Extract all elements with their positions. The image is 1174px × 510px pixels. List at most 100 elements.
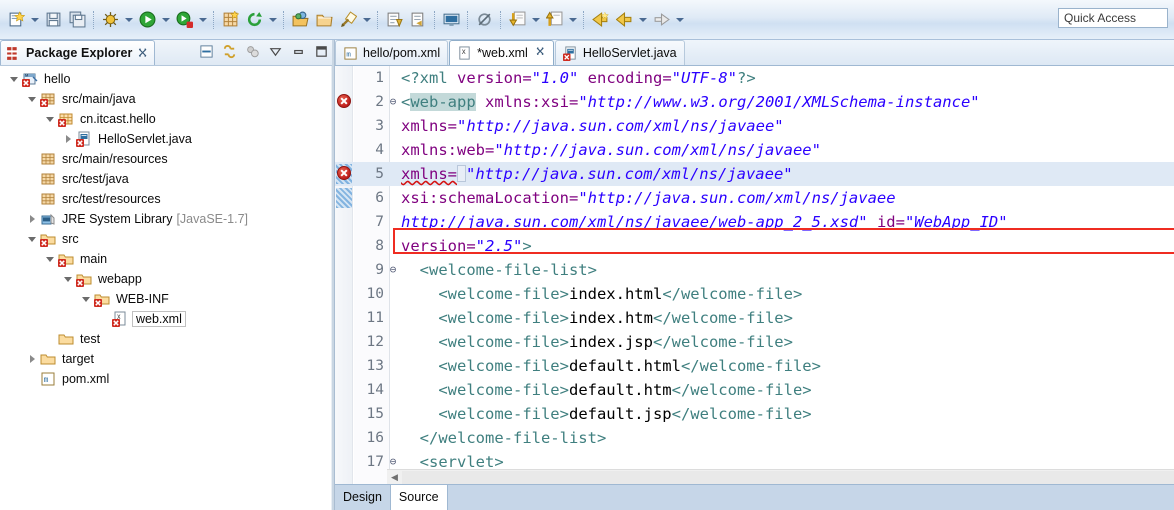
collapse-all-icon[interactable] [198, 43, 215, 60]
next-annotation-icon[interactable] [382, 7, 406, 33]
previous-edit-dropdown-arrow-icon[interactable] [636, 7, 649, 33]
error-marker-icon[interactable] [337, 166, 351, 180]
console-icon[interactable] [439, 7, 463, 33]
run-external-tools-dropdown-arrow-icon[interactable] [196, 7, 209, 33]
debug-dropdown-arrow-icon[interactable] [122, 7, 135, 33]
new-java-package-icon[interactable] [218, 7, 242, 33]
code-line-6[interactable]: 6 xsi:schemaLocation="http://java.sun.com… [335, 186, 1174, 210]
search-dropdown-arrow-icon[interactable] [360, 7, 373, 33]
editor-horizontal-scrollbar[interactable]: ◀ [387, 469, 1174, 484]
tree-item-label: pom.xml [62, 372, 110, 386]
collapse-arrow-icon[interactable] [42, 249, 58, 269]
code-line-10[interactable]: 10 <welcome-file>index.html</welcome-fil… [335, 282, 1174, 306]
link-with-editor-icon[interactable] [221, 43, 238, 60]
forward-history-icon[interactable] [649, 7, 673, 33]
collapse-arrow-icon[interactable] [60, 269, 76, 289]
code-line-14[interactable]: 14 <welcome-file>default.htm</welcome-fi… [335, 378, 1174, 402]
collapse-arrow-icon[interactable] [78, 289, 94, 309]
source-editor[interactable]: 1 <?xml version="1.0" encoding="UTF-8"?> 2… [335, 66, 1174, 484]
tree-item-target[interactable]: target [0, 349, 334, 369]
editor-tab-web-xml[interactable]: X *web.xml [449, 40, 554, 65]
collapse-arrow-icon[interactable] [24, 89, 40, 109]
collapse-arrow-icon[interactable] [42, 109, 58, 129]
tree-item-helloservlet-java[interactable]: HelloServlet.java [0, 129, 334, 149]
code-line-3[interactable]: 3 xmlns="http://java.sun.com/xml/ns/javae… [335, 114, 1174, 138]
run-external-tools-icon[interactable] [172, 7, 196, 33]
scroll-thumb[interactable] [402, 470, 1174, 484]
code-line-1[interactable]: 1 <?xml version="1.0" encoding="UTF-8"?> [335, 66, 1174, 90]
code-line-4[interactable]: 4 xmlns:web="http://java.sun.com/xml/ns/j… [335, 138, 1174, 162]
code-token: </welcome-file> [671, 405, 812, 423]
tree-item-src-main-java[interactable]: src/main/java [0, 89, 334, 109]
debug-icon[interactable] [98, 7, 122, 33]
search-icon[interactable] [336, 7, 360, 33]
new-wizard-icon[interactable] [4, 7, 28, 33]
code-line-11[interactable]: 11 <welcome-file>index.htm</welcome-file… [335, 306, 1174, 330]
open-task-icon[interactable] [312, 7, 336, 33]
forward-history-dropdown-arrow-icon[interactable] [673, 7, 686, 33]
tree-item-main[interactable]: main [0, 249, 334, 269]
step-return-icon[interactable] [542, 7, 566, 33]
code-line-12[interactable]: 12 <welcome-file>index.jsp</welcome-file… [335, 330, 1174, 354]
fold-toggle-icon[interactable]: ⊖ [387, 258, 399, 282]
code-line-16[interactable]: 16 </welcome-file-list> [335, 426, 1174, 450]
previous-edit-icon[interactable] [612, 7, 636, 33]
code-line-7[interactable]: 7 http://java.sun.com/xml/ns/javaee/web-a… [335, 210, 1174, 234]
bottom-tab-source[interactable]: Source [389, 485, 448, 510]
tree-item-jre-system-library[interactable]: JRE System Library [JavaSE-1.7] [0, 209, 334, 229]
new-wizard-dropdown-arrow-icon[interactable] [28, 7, 41, 33]
collapse-arrow-icon[interactable] [24, 229, 40, 249]
tree-item-src-test-resources[interactable]: src/test/resources [0, 189, 334, 209]
close-icon[interactable] [535, 46, 546, 60]
close-icon[interactable] [137, 47, 149, 59]
collapse-arrow-icon[interactable] [6, 69, 22, 89]
run-dropdown-arrow-icon[interactable] [159, 7, 172, 33]
quick-access-field[interactable]: Quick Access [1058, 8, 1168, 28]
tree-item-web-xml[interactable]: Xweb.xml [0, 309, 334, 329]
code-line-8[interactable]: 8 version="2.5"> [335, 234, 1174, 258]
code-line-13[interactable]: 13 <welcome-file>default.html</welcome-f… [335, 354, 1174, 378]
tab-package-explorer[interactable]: Package Explorer [0, 40, 155, 65]
code-line-5[interactable]: 5 xmlns= "http://java.sun.com/xml/ns/javae… [335, 162, 1174, 186]
skip-breakpoints-icon[interactable] [472, 7, 496, 33]
tree-item-test[interactable]: test [0, 329, 334, 349]
refresh-icon[interactable] [242, 7, 266, 33]
tree-item-src[interactable]: src [0, 229, 334, 249]
back-history-icon[interactable] [588, 7, 612, 33]
expand-arrow-icon[interactable] [24, 349, 40, 369]
step-into-dropdown-arrow-icon[interactable] [529, 7, 542, 33]
code-line-9[interactable]: 9 ⊖ <welcome-file-list> [335, 258, 1174, 282]
save-icon[interactable] [41, 7, 65, 33]
editor-tab-hello-pom-xml[interactable]: m hello/pom.xml [335, 40, 449, 65]
expand-arrow-icon[interactable] [60, 129, 76, 149]
code-content[interactable]: 1 <?xml version="1.0" encoding="UTF-8"?> 2… [335, 66, 1174, 484]
minimize-icon[interactable] [290, 43, 307, 60]
line-number: 16 [366, 430, 384, 446]
tree-item-src-main-resources[interactable]: src/main/resources [0, 149, 334, 169]
code-line-2[interactable]: 2 ⊖ <web-app xmlns:xsi="http://www.w3.org/… [335, 90, 1174, 114]
bottom-tab-design[interactable]: Design [335, 485, 390, 510]
view-menu-icon[interactable] [267, 43, 284, 60]
scroll-left-icon[interactable]: ◀ [387, 470, 402, 485]
code-line-15[interactable]: 15 <welcome-file>default.jsp</welcome-fi… [335, 402, 1174, 426]
tree-item-web-inf[interactable]: WEB-INF [0, 289, 334, 309]
error-marker-icon[interactable] [337, 94, 351, 108]
tree-item-hello[interactable]: Mhello [0, 69, 334, 89]
tree-item-pom-xml[interactable]: m pom.xml [0, 369, 334, 389]
run-icon[interactable] [135, 7, 159, 33]
tree-item-src-test-java[interactable]: src/test/java [0, 169, 334, 189]
fold-toggle-icon[interactable]: ⊖ [387, 90, 399, 114]
focus-on-active-task-icon[interactable] [244, 43, 261, 60]
editor-tab-helloservlet-java[interactable]: HelloServlet.java [554, 40, 685, 65]
step-into-icon[interactable] [505, 7, 529, 33]
maximize-icon[interactable] [313, 43, 330, 60]
open-type-icon[interactable] [288, 7, 312, 33]
previous-annotation-icon[interactable] [406, 7, 430, 33]
refresh-dropdown-arrow-icon[interactable] [266, 7, 279, 33]
step-return-dropdown-arrow-icon[interactable] [566, 7, 579, 33]
tree-item-webapp[interactable]: webapp [0, 269, 334, 289]
save-all-icon[interactable] [65, 7, 89, 33]
expand-arrow-icon[interactable] [24, 209, 40, 229]
tree-item-cn-itcast-hello[interactable]: cn.itcast.hello [0, 109, 334, 129]
folder-error-icon [40, 231, 58, 247]
